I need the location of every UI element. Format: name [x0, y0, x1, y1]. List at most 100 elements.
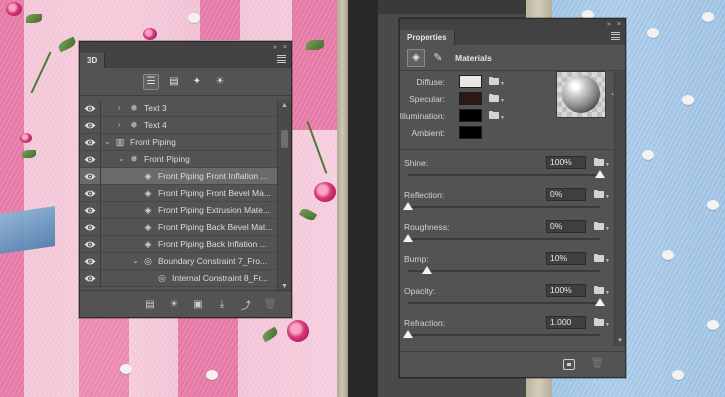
chevron-down-icon[interactable]: ⌄: [118, 154, 126, 163]
visibility-eye-icon[interactable]: [84, 240, 96, 249]
visibility-eye-icon[interactable]: [84, 274, 96, 283]
collapse-panel-icon[interactable]: »: [607, 21, 611, 28]
visibility-eye-icon[interactable]: [84, 155, 96, 164]
folder-icon[interactable]: ▼: [489, 94, 505, 104]
slider-label: Reflection:: [404, 190, 445, 200]
slider-value-field[interactable]: 10%: [546, 252, 586, 265]
properties-scrollbar[interactable]: ▼: [614, 71, 625, 346]
folder-icon[interactable]: ▼: [489, 77, 505, 87]
slider-value-field[interactable]: 0%: [546, 220, 586, 233]
node-type-icon: ✵: [130, 120, 138, 130]
slider-thumb[interactable]: [422, 266, 433, 274]
folder-icon[interactable]: ▼: [594, 158, 610, 168]
folder-icon[interactable]: ▼: [594, 286, 610, 296]
slider-thumb[interactable]: [595, 170, 605, 178]
visibility-eye-icon[interactable]: [84, 121, 96, 130]
panel-menu-icon[interactable]: [611, 32, 620, 40]
visibility-eye-icon[interactable]: [84, 138, 96, 147]
scene-tree-scrollbar[interactable]: ▲ ▼: [277, 100, 291, 292]
mesh-from-layer-icon[interactable]: ▤: [143, 297, 157, 311]
tree-row[interactable]: ⌄ ◎ Boundary Constraint 7_Fro...: [80, 253, 278, 270]
slider-track[interactable]: [408, 238, 600, 240]
divider: [100, 100, 101, 117]
divider: [100, 253, 101, 270]
meshes-filter-icon[interactable]: ▤: [166, 74, 182, 90]
visibility-eye-icon[interactable]: [84, 257, 96, 266]
slider-track[interactable]: [408, 334, 600, 336]
slider-thumb[interactable]: [403, 330, 413, 338]
delete-icon[interactable]: 🗑: [263, 297, 277, 311]
slider-track[interactable]: [408, 174, 600, 176]
blue-fabric-fold: [0, 206, 55, 254]
close-panel-icon[interactable]: ×: [283, 44, 287, 51]
panel-menu-icon[interactable]: [277, 55, 286, 63]
whole-scene-filter-icon[interactable]: ☰: [143, 73, 159, 90]
slider-track[interactable]: [408, 302, 600, 304]
tree-row[interactable]: ◎ Internal Constraint 8_Fr...: [80, 270, 278, 287]
divider: [100, 134, 101, 151]
material-preview[interactable]: [556, 71, 606, 118]
pink-stripe: [200, 0, 240, 40]
tree-row[interactable]: ◈ Front Piping Back Inflation ...: [80, 236, 278, 253]
visibility-eye-icon[interactable]: [84, 223, 96, 232]
color-swatch[interactable]: [459, 92, 482, 105]
material-mode-icon[interactable]: ◈: [407, 48, 425, 67]
scroll-down-icon[interactable]: ▼: [617, 338, 623, 344]
folder-icon[interactable]: ▼: [594, 222, 610, 232]
new-material-icon[interactable]: [563, 359, 575, 370]
slider-thumb[interactable]: [595, 298, 605, 306]
slider-thumb[interactable]: [403, 234, 413, 242]
tree-row[interactable]: ◈ Front Piping Extrusion Mate...: [80, 202, 278, 219]
slider-value-field[interactable]: 100%: [546, 284, 586, 297]
add-light-icon[interactable]: ☀: [167, 297, 181, 311]
folder-icon[interactable]: ▼: [594, 318, 610, 328]
lights-filter-icon[interactable]: ☀: [212, 74, 228, 90]
folder-icon[interactable]: ▼: [594, 254, 610, 264]
tree-row[interactable]: ◈ Front Piping Back Bevel Mat...: [80, 219, 278, 236]
color-swatch[interactable]: [459, 109, 482, 122]
close-panel-icon[interactable]: ×: [617, 21, 621, 28]
leaf-print: [26, 14, 42, 23]
chevron-down-icon[interactable]: ⌄: [104, 137, 112, 146]
tree-row[interactable]: ⌄ ✵ Front Piping: [80, 151, 278, 168]
folder-icon[interactable]: ▼: [489, 111, 505, 121]
node-type-icon: ✵: [130, 154, 138, 164]
scrollbar-thumb[interactable]: [281, 130, 288, 148]
node-type-icon: ▥: [115, 137, 125, 147]
chevron-right-icon[interactable]: ›: [118, 120, 126, 129]
slider-track[interactable]: [408, 206, 600, 208]
rose-print: [20, 133, 32, 143]
tab-3d[interactable]: 3D: [80, 53, 106, 68]
tree-row[interactable]: ◈ Front Piping Front Bevel Ma...: [80, 185, 278, 202]
brush-icon[interactable]: ✎: [431, 51, 445, 65]
slider-value-field[interactable]: 0%: [546, 188, 586, 201]
tab-properties[interactable]: Properties: [400, 30, 455, 45]
visibility-eye-icon[interactable]: [84, 189, 96, 198]
chevron-right-icon[interactable]: ›: [118, 103, 126, 112]
color-swatch[interactable]: [459, 75, 482, 88]
folder-icon[interactable]: ▼: [594, 190, 610, 200]
slider-thumb[interactable]: [403, 202, 413, 210]
materials-filter-icon[interactable]: ✦: [189, 74, 205, 90]
collapse-panel-icon[interactable]: »: [273, 44, 277, 51]
fabric-dot: [188, 13, 200, 23]
scroll-up-icon[interactable]: ▲: [281, 102, 288, 109]
visibility-eye-icon[interactable]: [84, 104, 96, 113]
slider-value-field[interactable]: 100%: [546, 156, 586, 169]
slider-label: Refraction:: [404, 318, 446, 328]
color-swatch[interactable]: [459, 126, 482, 139]
add-constraint-icon[interactable]: ▣: [191, 297, 205, 311]
drop-to-ground-icon[interactable]: ⤓: [215, 297, 229, 311]
tree-row[interactable]: › ✵ Text 4: [80, 117, 278, 134]
delete-icon[interactable]: 🗑: [591, 358, 604, 369]
tree-row[interactable]: › ✵ Text 3: [80, 100, 278, 117]
tree-row[interactable]: ⌄ ▥ Front Piping: [80, 134, 278, 151]
render-icon[interactable]: ⤴: [239, 297, 253, 312]
visibility-eye-icon[interactable]: [84, 206, 96, 215]
visibility-eye-icon[interactable]: [84, 172, 96, 181]
chevron-down-icon[interactable]: ⌄: [132, 256, 140, 265]
slider-value-field[interactable]: 1.000: [546, 316, 586, 329]
scroll-down-icon[interactable]: ▼: [281, 283, 288, 290]
slider-track[interactable]: [408, 270, 600, 272]
tree-row[interactable]: ◈ Front Piping Front Inflation ...: [80, 168, 278, 185]
